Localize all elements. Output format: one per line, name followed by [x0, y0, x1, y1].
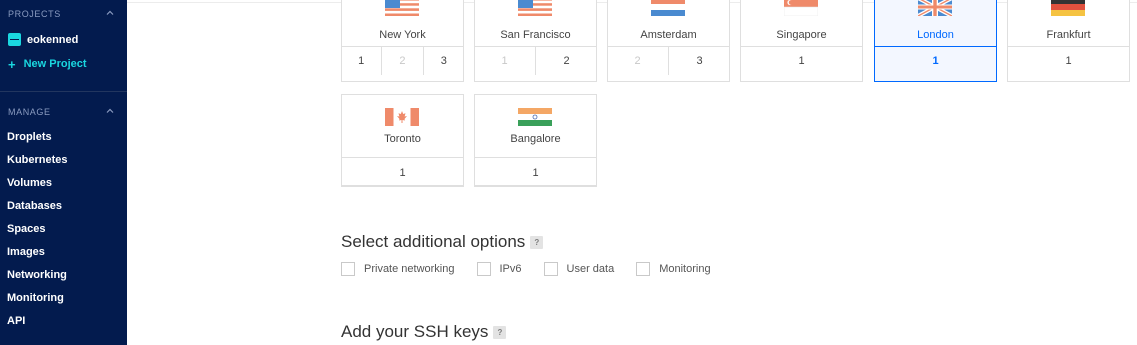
datacenter-options: 1: [1007, 46, 1130, 75]
datacenter-name: Singapore: [776, 29, 827, 41]
de-flag-icon: [1051, 0, 1085, 16]
new-project-link[interactable]: + New Project: [8, 56, 87, 72]
sg-flag-icon: [784, 0, 818, 16]
datacenter-name: New York: [379, 29, 426, 41]
ca-flag-icon: [385, 108, 419, 126]
datacenter-name: Toronto: [384, 133, 421, 145]
us-flag-icon: [385, 0, 419, 16]
option-ipv6[interactable]: IPv6: [476, 262, 522, 276]
datacenter-option[interactable]: 1: [341, 158, 464, 186]
datacenter-name: Frankfurt: [1046, 29, 1091, 41]
datacenter-options: 1 2: [474, 46, 597, 75]
sidebar-item-droplets[interactable]: Droplets: [7, 126, 68, 149]
sidebar-item-spaces[interactable]: Spaces: [7, 218, 68, 241]
private-networking-checkbox[interactable]: [341, 262, 355, 276]
sidebar-item-databases[interactable]: Databases: [7, 195, 68, 218]
datacenter-card-frankfurt[interactable]: Frankfurt 1: [1007, 0, 1130, 82]
additional-options-list: Private networking IPv6 User data Monito…: [341, 262, 733, 276]
datacenter-option: 2: [381, 47, 422, 75]
sidebar-item-networking[interactable]: Networking: [7, 264, 68, 287]
option-user-data[interactable]: User data: [543, 262, 615, 276]
sidebar-item-api[interactable]: API: [7, 310, 68, 333]
datacenter-option[interactable]: 3: [422, 47, 464, 75]
datacenter-card-bangalore[interactable]: Bangalore 1: [474, 94, 597, 187]
ipv6-checkbox[interactable]: [476, 262, 491, 276]
in-flag-icon: [518, 108, 552, 126]
datacenter-option[interactable]: 1: [341, 47, 381, 75]
datacenter-card-toronto[interactable]: Toronto 1: [341, 94, 464, 187]
datacenter-name: Bangalore: [510, 133, 561, 145]
datacenter-name: London: [917, 29, 954, 41]
plus-icon: +: [8, 56, 16, 72]
datacenter-card-london[interactable]: London 1: [874, 0, 997, 82]
sidebar-item-monitoring[interactable]: Monitoring: [7, 287, 68, 310]
sidebar-item-kubernetes[interactable]: Kubernetes: [7, 149, 68, 172]
datacenter-option[interactable]: 1: [474, 158, 597, 186]
ssh-keys-title: Add your SSH keys: [341, 322, 489, 341]
sidebar-item-volumes[interactable]: Volumes: [7, 172, 68, 195]
chevron-up-icon[interactable]: [106, 107, 114, 115]
projects-heading: PROJECTS: [8, 9, 61, 19]
datacenter-card-san-francisco[interactable]: San Francisco 1 2: [474, 0, 597, 82]
project-item[interactable]: eokenned: [8, 33, 78, 46]
project-icon: [8, 33, 21, 46]
datacenter-option: 2: [634, 55, 641, 67]
new-project-label: New Project: [23, 58, 87, 70]
sidebar: PROJECTS eokenned + New Project MANAGE D…: [0, 0, 127, 345]
datacenter-name: San Francisco: [500, 29, 571, 41]
datacenter-options: 1: [874, 46, 997, 75]
help-icon[interactable]: ?: [493, 325, 507, 339]
datacenter-card-amsterdam[interactable]: Amsterdam 2 3: [607, 0, 730, 82]
uk-flag-icon: [918, 0, 952, 16]
ssh-keys-heading: Add your SSH keys ?: [341, 322, 507, 342]
manage-menu: Droplets Kubernetes Volumes Databases Sp…: [7, 126, 68, 333]
datacenter-options: 1: [474, 157, 597, 187]
option-monitoring[interactable]: Monitoring: [636, 262, 711, 276]
additional-options-heading: Select additional options ?: [341, 232, 544, 252]
option-label: Monitoring: [659, 263, 711, 275]
chevron-up-icon[interactable]: [106, 9, 114, 17]
datacenter-option[interactable]: 2: [535, 47, 597, 75]
sidebar-divider: [0, 91, 127, 92]
datacenter-option[interactable]: 1: [740, 47, 863, 75]
datacenter-card-singapore[interactable]: Singapore 1: [740, 0, 863, 82]
option-private-networking[interactable]: Private networking: [341, 262, 455, 276]
user-data-checkbox[interactable]: [543, 262, 558, 276]
additional-options-title: Select additional options: [341, 232, 526, 251]
option-label: IPv6: [499, 263, 522, 275]
datacenter-option: 1: [501, 55, 508, 67]
option-label: User data: [566, 263, 615, 275]
datacenter-option[interactable]: 1: [874, 47, 997, 75]
project-name: eokenned: [27, 33, 79, 46]
nl-flag-icon: [651, 0, 685, 16]
datacenter-options: 1 2 3: [341, 46, 464, 75]
datacenter-options: 1: [740, 46, 863, 75]
monitoring-checkbox[interactable]: [636, 262, 651, 276]
sidebar-item-images[interactable]: Images: [7, 241, 68, 264]
datacenter-option[interactable]: 1: [1007, 47, 1130, 75]
datacenter-options: 1: [341, 157, 464, 187]
datacenter-name: Amsterdam: [640, 29, 697, 41]
datacenter-options: 2 3: [607, 46, 730, 75]
help-icon[interactable]: ?: [530, 235, 544, 249]
option-label: Private networking: [364, 263, 455, 275]
us-flag-icon: [518, 0, 552, 16]
datacenter-option[interactable]: 3: [668, 47, 730, 75]
datacenter-card-new-york[interactable]: New York 1 2 3: [341, 0, 464, 82]
manage-heading: MANAGE: [8, 107, 51, 117]
